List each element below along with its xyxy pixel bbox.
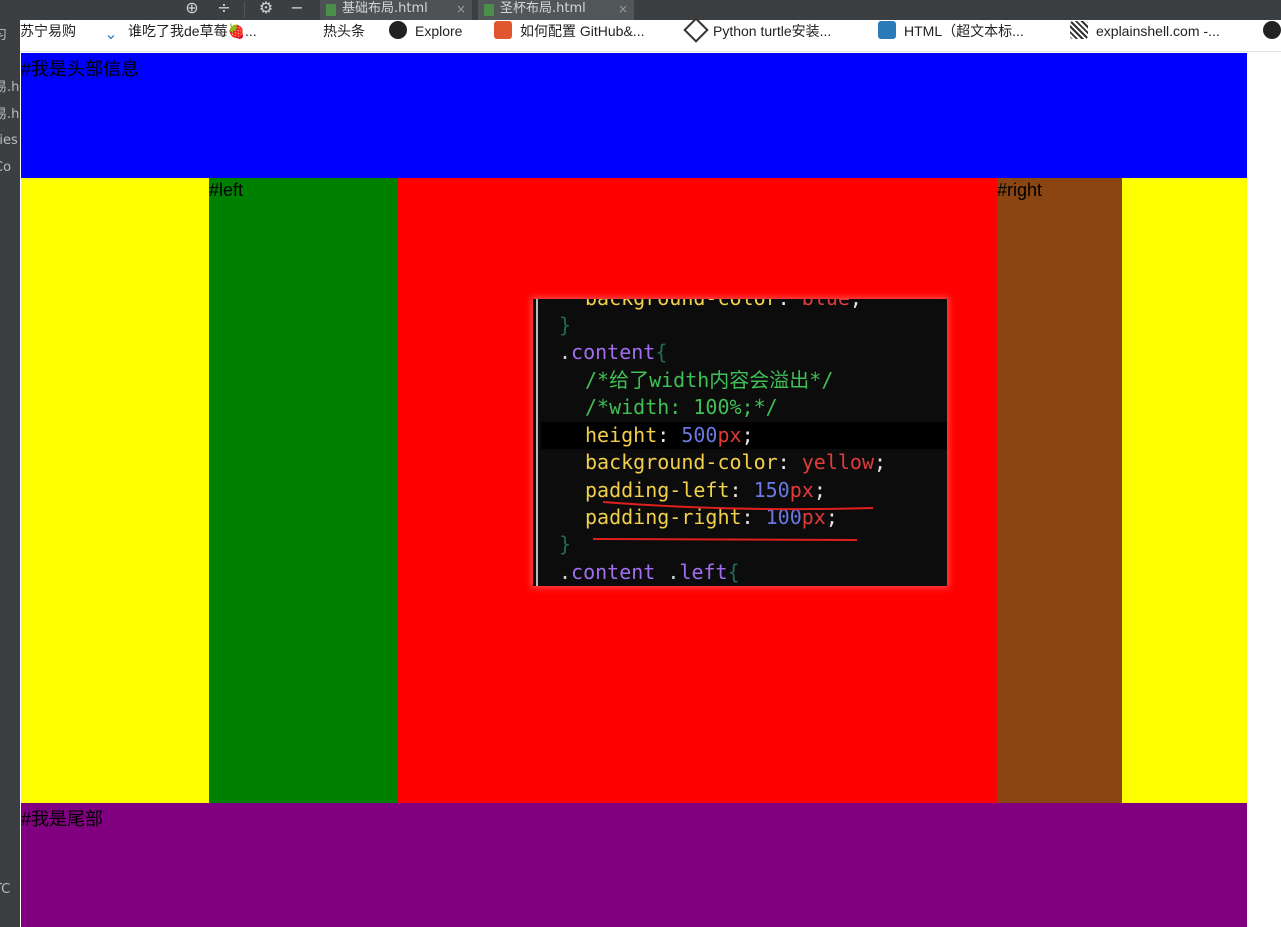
right-column: #right [997, 178, 1122, 803]
bookmark-explainshell[interactable]: explainshell.com -... [1070, 20, 1220, 51]
header-label: #我是头部信息 [21, 59, 140, 79]
check-chevron-icon: ⌄ [104, 26, 118, 43]
html-file-icon [326, 4, 336, 16]
bookmark-label: Explore [415, 23, 463, 39]
bookmark-github-explore[interactable]: Explore [389, 20, 462, 51]
bookmark-label: 谁吃了我de草莓🍓... [128, 23, 257, 39]
right-label: #right [997, 180, 1043, 200]
w3-icon [878, 21, 896, 39]
project-item[interactable]: ries [0, 133, 20, 149]
ide-project-panel: 习 易.h 易.h ries Co TC [0, 20, 20, 927]
project-item[interactable]: TC [0, 882, 20, 898]
page-header: #我是头部信息 [21, 53, 1247, 178]
gear-icon[interactable]: ⚙ [256, 0, 276, 18]
toolbar-divider [244, 2, 245, 18]
bookmark-html-mdn[interactable]: HTML（超文本标... [878, 20, 1024, 51]
html-file-icon [484, 4, 494, 16]
left-label: #left [209, 180, 244, 200]
ide-toolbar: ⊕ ÷ ⚙ − 基础布局.html × 圣杯布局.html × [0, 0, 1281, 20]
page-footer: #我是尾部 [21, 803, 1247, 927]
bookmark-label: 如何配置 GitHub&... [520, 23, 645, 39]
tab-label: 基础布局.html [342, 1, 428, 16]
project-item[interactable]: 易.h [0, 80, 20, 96]
github-icon [1263, 21, 1281, 39]
bookmark-more[interactable] [1263, 20, 1281, 51]
shell-icon [1070, 21, 1088, 39]
bookmark-label: Python turtle安装... [713, 23, 832, 39]
target-icon[interactable]: ⊕ [182, 0, 202, 18]
bookmark-python-turtle[interactable]: Python turtle安装... [683, 17, 832, 51]
bookmarks-bar: 苏宁易购 ⌄ 谁吃了我de草莓🍓... 热头条 Explore 如何配置 GitH… [20, 17, 1281, 52]
tab-label: 圣杯布局.html [500, 1, 586, 16]
bookmark-label: 苏宁易购 [20, 23, 76, 39]
code-screenshot: background-color: blue; } .content{ /*给了… [533, 299, 947, 586]
left-column: #left [209, 178, 397, 803]
tab-holy-grail-layout[interactable]: 圣杯布局.html × [478, 0, 634, 20]
close-icon[interactable]: × [618, 0, 628, 18]
bookmark-suning[interactable]: 苏宁易购 [20, 20, 76, 51]
bookmark-toutiao[interactable]: 热头条 [323, 20, 365, 51]
annotation-underlines [592, 501, 874, 541]
github-icon [389, 21, 407, 39]
bookmark-label: HTML（超文本标... [904, 23, 1024, 39]
bookmark-github-config[interactable]: 如何配置 GitHub&... [494, 20, 644, 51]
footer-label: #我是尾部 [21, 809, 104, 829]
csdn-icon [494, 21, 512, 39]
project-item[interactable]: Co [0, 160, 20, 176]
bookmark-label: explainshell.com -... [1096, 23, 1220, 39]
bookmark-label: 热头条 [323, 23, 365, 39]
project-item[interactable]: 易.h [0, 107, 20, 123]
collapse-icon[interactable]: ÷ [214, 0, 234, 18]
padding-left-underline [602, 501, 874, 511]
project-item[interactable]: 习 [0, 28, 20, 44]
bird-icon [683, 17, 709, 43]
close-icon[interactable]: × [456, 0, 466, 18]
minimize-icon[interactable]: − [287, 0, 307, 18]
tab-basic-layout[interactable]: 基础布局.html × [320, 0, 472, 20]
bookmark-strawberry[interactable]: ⌄ 谁吃了我de草莓🍓... [102, 20, 257, 51]
padding-right-underline [592, 538, 858, 541]
